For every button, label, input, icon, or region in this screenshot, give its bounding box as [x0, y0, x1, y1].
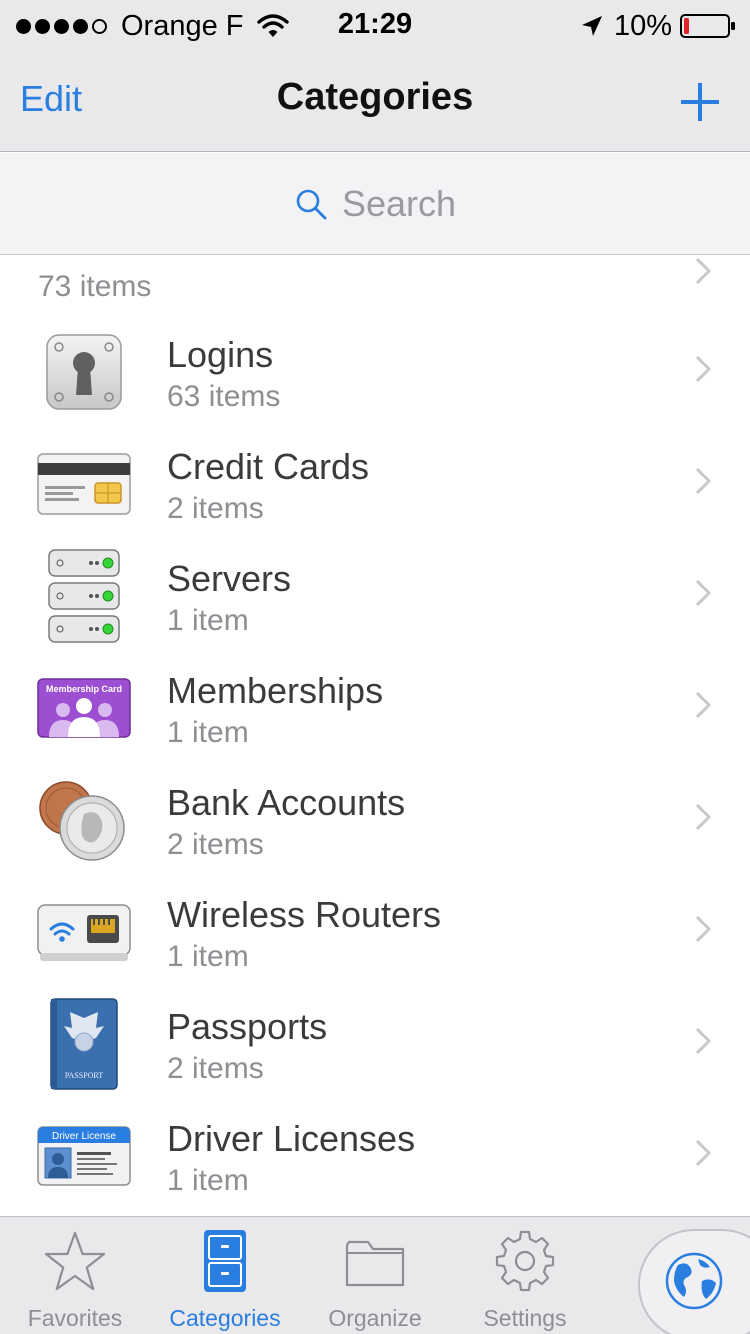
category-title: Passports	[167, 1006, 328, 1047]
search-bar: Search	[0, 153, 750, 255]
membership-card-icon: Membership Card	[36, 668, 132, 748]
file-cabinet-icon	[204, 1230, 246, 1292]
passport-icon: PASSPORT	[36, 998, 132, 1090]
gear-icon	[495, 1230, 555, 1292]
item-count: 1 item	[167, 1164, 249, 1197]
tab-favorites[interactable]: Favorites	[0, 1217, 150, 1334]
item-count: 2 items	[167, 1052, 264, 1085]
list-item-passports[interactable]: PASSPORT Passports 2 items	[0, 984, 750, 1096]
chevron-right-icon	[695, 803, 712, 831]
category-title: Memberships	[167, 670, 384, 711]
tab-label: Organize	[328, 1305, 422, 1331]
tab-organize[interactable]: Organize	[300, 1217, 450, 1334]
coins-icon	[36, 780, 132, 861]
category-title: Credit Cards	[167, 446, 370, 487]
list-item[interactable]: 73 items	[0, 256, 750, 312]
category-title: Bank Accounts	[167, 782, 406, 823]
plus-icon[interactable]	[680, 82, 720, 122]
battery-percent: 10%	[613, 9, 672, 42]
list-item-credit-cards[interactable]: Credit Cards 2 items	[0, 424, 750, 536]
chevron-right-icon	[695, 579, 712, 607]
list-item-servers[interactable]: Servers 1 item	[0, 536, 750, 648]
tab-label: Categories	[169, 1305, 281, 1331]
tab-bar: Favorites Categories Organize Settings	[0, 1216, 750, 1334]
chevron-right-icon	[695, 467, 712, 495]
star-icon	[45, 1231, 105, 1291]
list-item-logins[interactable]: Logins 63 items	[0, 312, 750, 424]
item-count: 63 items	[167, 380, 281, 413]
status-bar: Orange F 21:29 10%	[0, 0, 750, 52]
search-placeholder: Search	[341, 183, 457, 224]
status-right: 10%	[580, 8, 736, 44]
item-count: 2 items	[167, 492, 264, 525]
router-icon	[36, 892, 132, 972]
category-title: Wireless Routers	[167, 894, 442, 935]
battery-icon	[680, 14, 735, 38]
category-title: Logins	[167, 334, 274, 375]
item-count: 73 items	[38, 270, 152, 303]
item-count: 1 item	[167, 716, 249, 749]
navigation-bar: Edit Categories	[0, 52, 750, 152]
list-item-wireless-routers[interactable]: Wireless Routers 1 item	[0, 872, 750, 984]
page-title: Categories	[276, 76, 474, 118]
category-list: 73 items Logins 63 items Credit Cards 2 …	[0, 256, 750, 1216]
category-title: Servers	[167, 558, 292, 599]
category-title: Driver Licenses	[167, 1118, 416, 1159]
search-input[interactable]: Search	[18, 171, 732, 237]
server-icon	[36, 549, 132, 643]
globe-button[interactable]	[638, 1229, 750, 1334]
list-item-bank-accounts[interactable]: Bank Accounts 2 items	[0, 760, 750, 872]
globe-icon	[665, 1252, 723, 1310]
tab-label: Favorites	[27, 1305, 123, 1331]
chevron-right-icon	[695, 915, 712, 943]
list-item-driver-licenses[interactable]: Driver License Driver Licenses 1 item	[0, 1096, 750, 1208]
search-icon	[296, 189, 327, 220]
folder-icon	[345, 1240, 405, 1287]
credit-card-icon	[36, 444, 132, 524]
item-count: 2 items	[167, 828, 264, 861]
passport-text: PASSPORT	[65, 1071, 103, 1080]
membership-card-text: Membership Card	[46, 684, 122, 694]
driver-license-text: Driver License	[52, 1131, 116, 1142]
chevron-right-icon	[695, 1139, 712, 1167]
tab-categories[interactable]: Categories	[150, 1217, 300, 1334]
chevron-right-icon	[695, 1027, 712, 1055]
tab-settings[interactable]: Settings	[450, 1217, 600, 1334]
driver-license-icon: Driver License	[36, 1116, 132, 1196]
item-count: 1 item	[167, 604, 249, 637]
location-arrow-icon	[581, 16, 602, 36]
list-item-memberships[interactable]: Membership Card Memberships 1 item	[0, 648, 750, 760]
item-count: 1 item	[167, 940, 249, 973]
chevron-right-icon	[695, 355, 712, 383]
chevron-right-icon	[695, 691, 712, 719]
tab-label: Settings	[483, 1305, 567, 1331]
login-keyhole-icon	[36, 332, 132, 412]
chevron-right-icon	[695, 257, 712, 285]
